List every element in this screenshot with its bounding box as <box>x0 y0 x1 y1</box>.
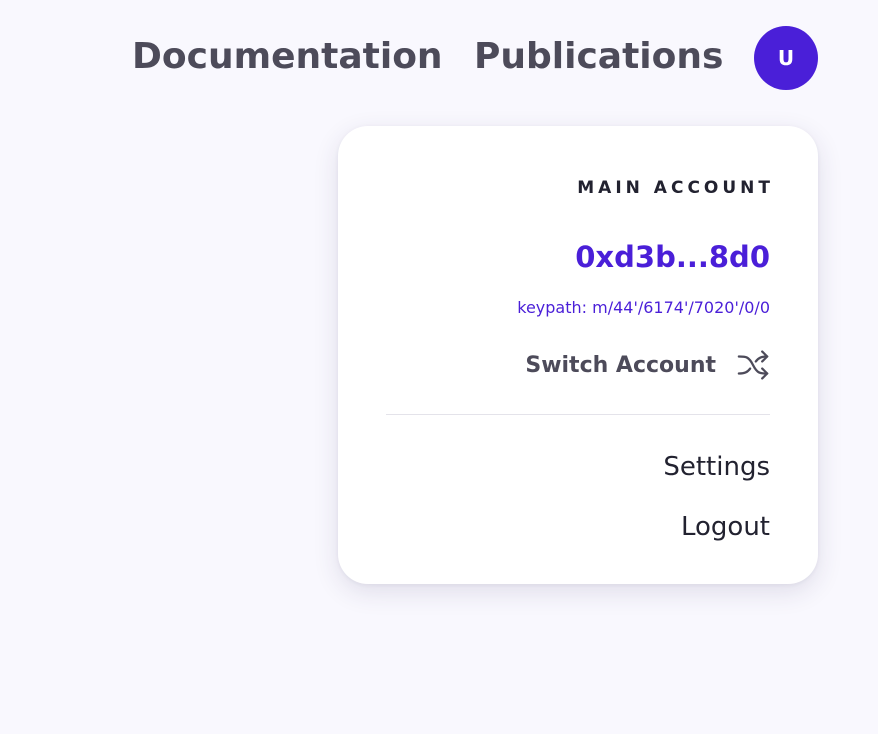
account-address: 0xd3b...8d0 <box>575 240 770 274</box>
user-avatar-button[interactable]: U <box>754 26 818 90</box>
account-heading: MAIN ACCOUNT <box>577 178 774 198</box>
account-dropdown-menu: MAIN ACCOUNT 0xd3b...8d0 keypath: m/44'/… <box>338 126 818 584</box>
nav-link-documentation[interactable]: Documentation <box>132 34 443 80</box>
switch-account-button[interactable]: Switch Account <box>525 348 770 382</box>
logout-menu-item[interactable]: Logout <box>681 512 770 542</box>
nav-link-publications[interactable]: Publications <box>474 34 723 80</box>
switch-account-label: Switch Account <box>525 352 716 378</box>
menu-divider <box>386 414 770 415</box>
avatar-initial: U <box>777 46 795 70</box>
account-keypath: keypath: m/44'/6174'/7020'/0/0 <box>517 298 770 317</box>
settings-menu-item[interactable]: Settings <box>663 452 770 482</box>
shuffle-icon <box>737 350 769 380</box>
